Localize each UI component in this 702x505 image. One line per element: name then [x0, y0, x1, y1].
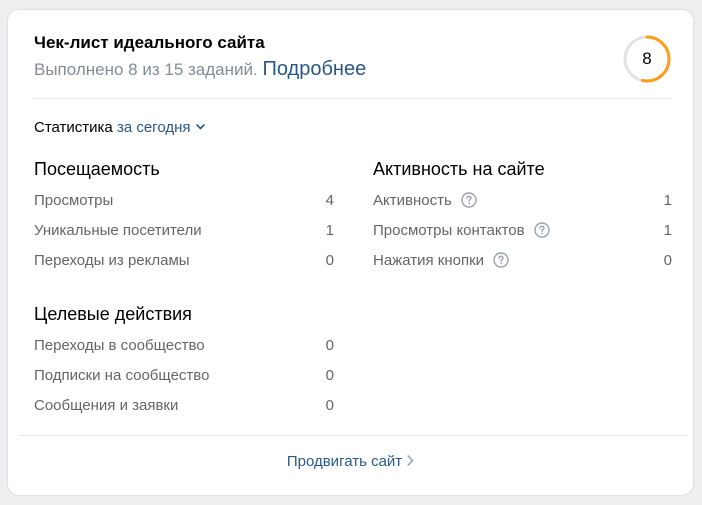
- row-value: 0: [325, 252, 334, 269]
- row-label: Просмотры контактов: [373, 222, 525, 239]
- row-value: 1: [663, 222, 672, 239]
- activity-row-contact-views: Просмотры контактов 1: [373, 221, 672, 241]
- row-label: Уникальные посетители: [34, 222, 202, 239]
- help-icon[interactable]: [493, 251, 509, 268]
- row-value: 4: [325, 192, 334, 209]
- help-icon[interactable]: [461, 191, 477, 208]
- progress-ring-value: 8: [642, 49, 652, 68]
- attendance-section-title: Посещаемость: [34, 159, 160, 179]
- stats-period-dropdown[interactable]: за сегодня: [117, 119, 205, 136]
- promote-site-label: Продвигать сайт: [286, 453, 403, 470]
- row-label: Сообщения и заявки: [34, 397, 179, 414]
- row-value: 1: [325, 222, 334, 239]
- activity-row-activity: Активность 1: [373, 191, 672, 211]
- row-label: Нажатия кнопки: [373, 252, 485, 269]
- row-value: 0: [325, 397, 334, 414]
- goals-section-title: Целевые действия: [34, 304, 192, 324]
- checklist-progress-ring: 8: [622, 34, 672, 84]
- row-label: Переходы из рекламы: [34, 252, 190, 269]
- row-value: 0: [663, 252, 672, 269]
- checklist-title: Чек-лист идеального сайта: [34, 33, 265, 52]
- header-divider: [34, 98, 672, 99]
- row-label: Активность: [373, 192, 452, 209]
- attendance-row-unique-visitors: Уникальные посетители 1: [34, 221, 334, 241]
- stats-period-value: за сегодня: [116, 119, 191, 136]
- attendance-row-views: Просмотры 4: [34, 191, 334, 211]
- goals-row-community-visits: Переходы в сообщество 0: [34, 336, 334, 356]
- goals-row-messages: Сообщения и заявки 0: [34, 396, 334, 416]
- row-label: Переходы в сообщество: [34, 337, 205, 354]
- promote-site-button[interactable]: Продвигать сайт: [8, 452, 693, 472]
- row-value: 0: [325, 367, 334, 384]
- row-value: 0: [325, 337, 334, 354]
- activity-row-button-clicks: Нажатия кнопки 0: [373, 251, 672, 271]
- activity-section-title: Активность на сайте: [373, 159, 545, 179]
- chevron-right-icon: [407, 455, 414, 466]
- row-label: Подписки на сообщество: [34, 367, 210, 384]
- row-label: Просмотры: [34, 192, 114, 209]
- checklist-header: Чек-лист идеального сайта Выполнено 8 из…: [34, 32, 366, 82]
- stats-label: Статистика: [34, 119, 113, 136]
- help-icon[interactable]: [533, 221, 550, 238]
- goals-row-subscriptions: Подписки на сообщество 0: [34, 366, 334, 386]
- attendance-row-ad-clicks: Переходы из рекламы 0: [34, 251, 334, 271]
- details-link[interactable]: Подробнее: [262, 58, 366, 80]
- checklist-progress-text: Выполнено 8 из 15 заданий.: [34, 60, 258, 79]
- chevron-down-icon: [195, 124, 205, 130]
- stats-period-selector: Статистика за сегодня: [34, 118, 205, 138]
- site-checklist-card: Чек-лист идеального сайта Выполнено 8 из…: [7, 9, 694, 496]
- row-value: 1: [663, 192, 672, 209]
- footer-divider: [19, 435, 688, 436]
- checklist-subtitle: Выполнено 8 из 15 заданий. Подробнее: [34, 57, 366, 82]
